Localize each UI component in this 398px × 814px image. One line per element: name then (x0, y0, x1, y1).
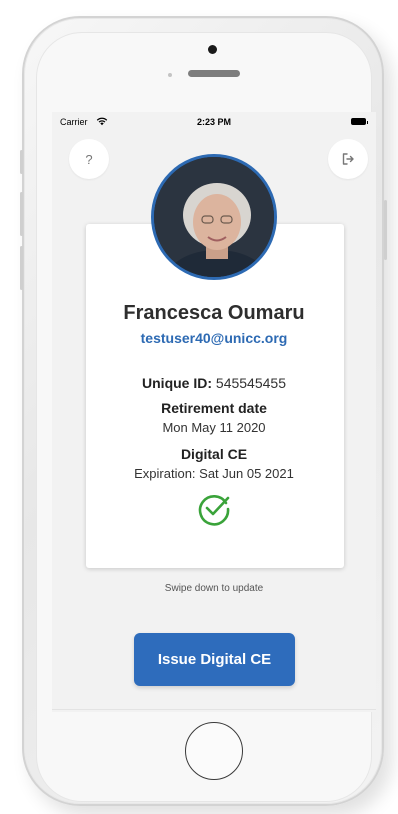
battery-icon (351, 118, 368, 125)
check-circle-icon (198, 495, 230, 526)
issue-digital-ce-button[interactable]: Issue Digital CE (134, 633, 295, 686)
app-screen: Carrier 2:23 PM ? Francesca Oumaru testu… (52, 112, 376, 712)
retirement-date: Mon May 11 2020 (162, 420, 266, 435)
digital-ce-label: Digital CE (180, 446, 248, 462)
earpiece-speaker (188, 70, 240, 77)
sensor-dot (168, 73, 172, 77)
user-email[interactable]: testuser40@unicc.org (52, 330, 376, 346)
avatar-photo (154, 157, 274, 277)
logout-icon (342, 153, 354, 165)
user-name: Francesca Oumaru (123, 302, 305, 324)
unique-id-value: 545545455 (215, 375, 286, 391)
logout-button[interactable] (328, 139, 368, 179)
unique-id: Unique ID: 545545455 (52, 375, 376, 391)
side-button-volume-up (20, 192, 23, 236)
side-button-mute (20, 150, 23, 174)
status-time: 2:23 PM (196, 117, 231, 127)
swipe-hint: Swipe down to update (164, 583, 264, 594)
status-bar: Carrier 2:23 PM (52, 112, 376, 132)
side-button-volume-down (20, 246, 23, 290)
digital-ce-expiration: Expiration: Sat Jun 05 2021 (134, 466, 294, 481)
side-button-power (384, 200, 387, 260)
retirement-label: Retirement date (161, 400, 267, 416)
front-camera (208, 45, 217, 54)
help-button[interactable]: ? (69, 139, 109, 179)
avatar (151, 154, 277, 280)
screen-bottom-edge (52, 709, 376, 710)
home-button[interactable] (185, 722, 243, 780)
unique-id-label: Unique ID: (142, 375, 213, 391)
